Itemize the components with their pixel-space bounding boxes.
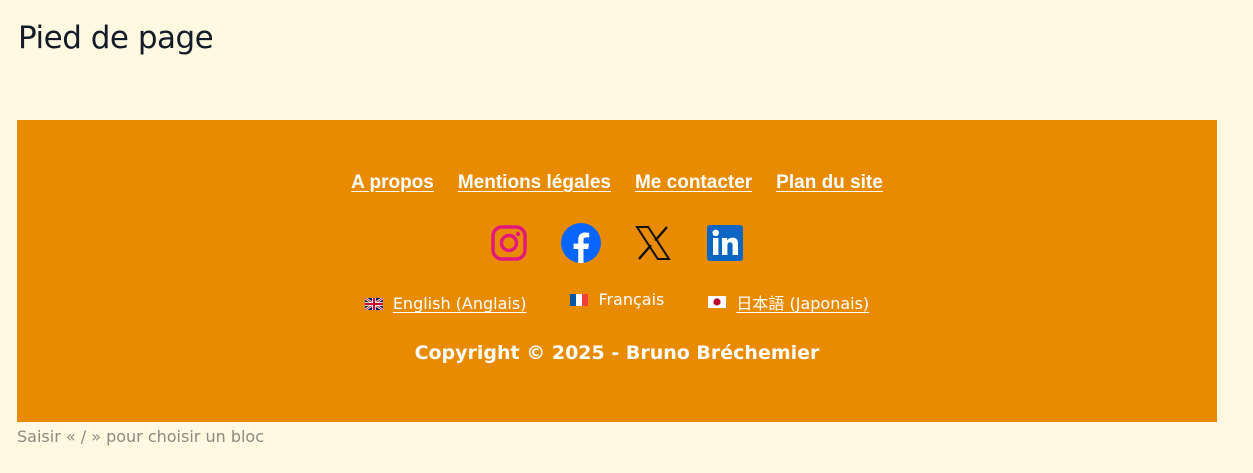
copyright-text: Copyright © 2025 - Bruno Bréchemier: [414, 342, 820, 364]
language-option-english[interactable]: English (Anglais): [364, 294, 527, 313]
instagram-icon[interactable]: [489, 223, 529, 263]
language-option-japanese[interactable]: 日本語 (Japonais): [708, 290, 869, 314]
language-label-japanese[interactable]: 日本語 (Japonais): [736, 290, 869, 314]
france-flag-icon: [570, 293, 589, 306]
nav-link-about[interactable]: A propos: [351, 172, 434, 194]
linkedin-icon[interactable]: [705, 223, 745, 263]
facebook-icon[interactable]: [561, 223, 601, 263]
uk-flag-icon: [364, 297, 383, 310]
page-title: Pied de page: [18, 20, 214, 56]
language-label-english[interactable]: English (Anglais): [393, 294, 527, 313]
social-icons-row: [17, 223, 1217, 263]
language-label-french: Français: [598, 290, 665, 309]
nav-link-contact[interactable]: Me contacter: [635, 172, 752, 194]
x-icon[interactable]: [633, 223, 673, 263]
footer-nav: A propos Mentions légales Me contacter P…: [17, 172, 1217, 194]
nav-link-legal-notice[interactable]: Mentions légales: [458, 172, 611, 194]
japan-flag-icon: [708, 296, 727, 308]
footer-block[interactable]: A propos Mentions légales Me contacter P…: [17, 120, 1217, 422]
language-option-french: Français: [570, 290, 664, 309]
language-switcher: English (Anglais) Français 日本語 (Japonais…: [17, 290, 1217, 314]
block-inserter-hint[interactable]: Saisir « / » pour choisir un bloc: [17, 427, 264, 446]
nav-link-sitemap[interactable]: Plan du site: [776, 172, 883, 194]
